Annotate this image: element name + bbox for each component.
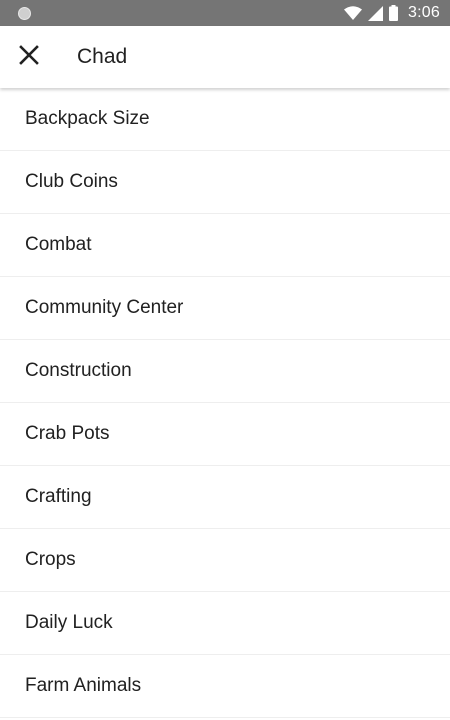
list-item-label: Crafting	[25, 486, 92, 507]
list-item[interactable]: Construction	[0, 340, 450, 403]
list-item[interactable]: Crafting	[0, 466, 450, 529]
status-right: 3:06	[344, 4, 440, 22]
list-item-label: Crops	[25, 549, 76, 570]
close-button[interactable]	[1, 26, 57, 88]
list-item[interactable]: Crab Pots	[0, 403, 450, 466]
list-item-label: Construction	[25, 360, 132, 381]
cell-signal-icon	[368, 5, 384, 21]
list-item-label: Community Center	[25, 297, 184, 318]
battery-icon	[389, 5, 399, 21]
status-left	[18, 6, 344, 20]
notification-dot-icon	[18, 6, 31, 20]
list-item[interactable]: Backpack Size	[0, 88, 450, 151]
list-item[interactable]: Club Coins	[0, 151, 450, 214]
close-icon	[19, 44, 39, 70]
list-item-label: Daily Luck	[25, 612, 113, 633]
list-item-label: Crab Pots	[25, 423, 110, 444]
status-bar: 3:06	[0, 0, 450, 26]
list-item[interactable]: Farm Animals	[0, 655, 450, 718]
status-time: 3:06	[408, 4, 440, 21]
list-item[interactable]: Community Center	[0, 277, 450, 340]
list-item[interactable]: Combat	[0, 214, 450, 277]
wifi-icon	[344, 6, 363, 20]
list-item-label: Backpack Size	[25, 108, 150, 129]
list-item[interactable]: Crops	[0, 529, 450, 592]
page-title: Chad	[77, 45, 128, 68]
list-item-label: Combat	[25, 234, 92, 255]
list-item-label: Farm Animals	[25, 675, 142, 696]
list-item[interactable]: Daily Luck	[0, 592, 450, 655]
app-bar: Chad	[0, 26, 450, 88]
item-list: Backpack Size Club Coins Combat Communit…	[0, 88, 450, 718]
list-item-label: Club Coins	[25, 171, 118, 192]
